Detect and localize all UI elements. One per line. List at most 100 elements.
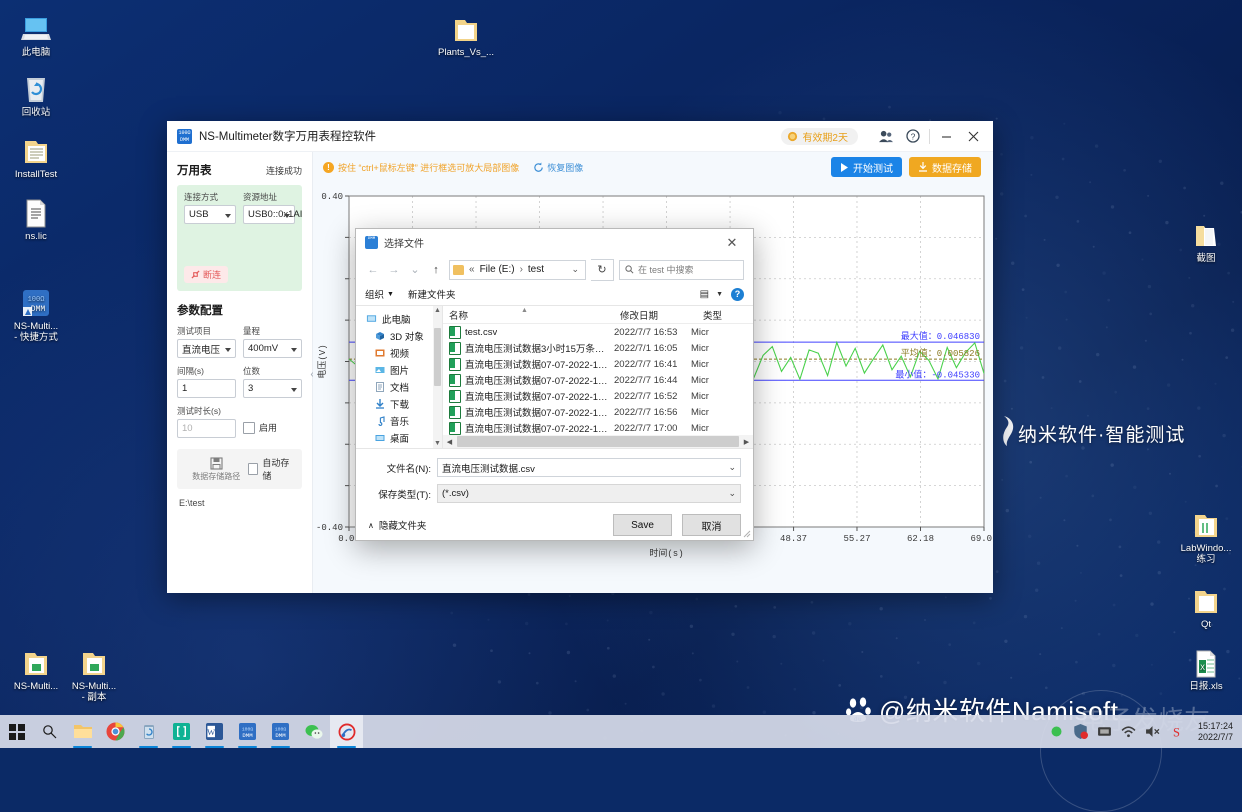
taskbar-file-explorer[interactable]: [66, 715, 99, 748]
desktop-icon-ns-multi-copy[interactable]: NS-Multi... - 副本: [62, 640, 126, 703]
table-row[interactable]: 直流电压测试数据3小时15万条数据.csv 2022/7/1 16:05 Mic…: [443, 340, 753, 356]
tree-item-this-pc[interactable]: 此电脑: [356, 310, 442, 327]
nav-recent-button[interactable]: ⌄: [407, 260, 423, 279]
breadcrumb-folder[interactable]: test: [528, 264, 544, 275]
desktop-icon-ns-multimeter-shortcut[interactable]: 100Ω DMM NS-Multi... - 快捷方式: [4, 280, 68, 343]
column-header-date[interactable]: 修改日期: [614, 308, 697, 322]
user-account-icon[interactable]: [872, 121, 899, 151]
taskbar-dmm-1[interactable]: 100Ω DMM: [231, 715, 264, 748]
auto-save-checkbox[interactable]: 自动存储: [248, 456, 294, 482]
resource-address-select[interactable]: USB0::0x1AI: [243, 205, 295, 224]
wifi-icon[interactable]: [1121, 724, 1136, 739]
view-list-icon[interactable]: ▤: [700, 289, 708, 300]
refresh-button[interactable]: ↻: [591, 259, 614, 281]
desktop-icon-screenshots[interactable]: 截图: [1174, 212, 1238, 264]
scrollbar-thumb[interactable]: [434, 328, 441, 386]
tray-up-arrow-icon[interactable]: [1049, 724, 1064, 739]
taskbar-recycle[interactable]: [132, 715, 165, 748]
tree-item-desktop[interactable]: 桌面: [356, 429, 442, 446]
column-header-type[interactable]: 类型: [697, 308, 753, 322]
taskbar-wps[interactable]: [165, 715, 198, 748]
close-button[interactable]: [960, 121, 987, 151]
tree-item-pictures[interactable]: 图片: [356, 361, 442, 378]
tree-item-3d-objects[interactable]: 3D 对象: [356, 327, 442, 344]
table-row[interactable]: 直流电压测试数据07-07-2022-16.52.10... 2022/7/7 …: [443, 388, 753, 404]
column-header-name[interactable]: 名称 ▲: [443, 308, 614, 322]
breadcrumb[interactable]: « File (E:) › test ⌄: [449, 260, 586, 280]
scroll-right-arrow[interactable]: ▶: [740, 438, 753, 446]
dialog-close-button[interactable]: ✕: [711, 229, 753, 256]
scroll-up-arrow[interactable]: ▲: [434, 307, 441, 314]
taskbar-chrome[interactable]: [99, 715, 132, 748]
chevron-down-icon[interactable]: ⌄: [728, 488, 736, 499]
tree-item-music[interactable]: 音乐: [356, 412, 442, 429]
desktop-icon-daily-report-xls[interactable]: X 日报.xls: [1174, 640, 1238, 692]
desktop-icon-ns-lic[interactable]: ns.lic: [4, 190, 68, 242]
filename-input[interactable]: 直流电压测试数据.csv ⌄: [437, 458, 741, 477]
file-list[interactable]: 名称 ▲ 修改日期 类型 test.csv 2022/7/7 16:53 Mic…: [443, 306, 753, 448]
taskbar-word[interactable]: W: [198, 715, 231, 748]
help-icon[interactable]: ?: [731, 288, 744, 301]
table-row[interactable]: 直流电压测试数据07-07-2022-17.00.40... 2022/7/7 …: [443, 420, 753, 436]
breadcrumb-drive[interactable]: File (E:): [480, 264, 515, 275]
search-input[interactable]: 在 test 中搜索: [619, 260, 744, 280]
file-list-hscrollbar[interactable]: ◀ ▶: [443, 435, 753, 448]
chevron-down-icon[interactable]: ⌄: [728, 462, 736, 473]
nav-forward-button[interactable]: →: [386, 260, 402, 279]
tree-item-win10-c[interactable]: Win10 (C:): [356, 446, 442, 448]
desktop-icon-recycle-bin[interactable]: 回收站: [4, 66, 68, 118]
minimize-button[interactable]: [933, 121, 960, 151]
taskbar-clock[interactable]: 15:17:24 2022/7/7: [1193, 721, 1238, 743]
range-select[interactable]: 400mV: [243, 339, 302, 358]
save-data-button[interactable]: 数据存储: [909, 157, 981, 177]
nav-up-button[interactable]: ↑: [428, 260, 444, 279]
tree-item-documents[interactable]: 文档: [356, 378, 442, 395]
new-folder-button[interactable]: 新建文件夹: [408, 287, 456, 301]
start-test-button[interactable]: 开始测试: [831, 157, 902, 177]
restore-image-button[interactable]: 恢复图像: [533, 161, 583, 174]
chevron-down-icon[interactable]: ▼: [716, 291, 723, 298]
breadcrumb-dropdown-icon[interactable]: ⌄: [571, 264, 582, 275]
taskbar-dmm-2[interactable]: 100Ω DMM: [264, 715, 297, 748]
desktop-icon-installtest[interactable]: InstallTest: [4, 128, 68, 180]
enable-duration-checkbox[interactable]: 启用: [243, 421, 302, 434]
save-path-button[interactable]: 数据存储路径: [185, 457, 248, 482]
save-button[interactable]: Save: [613, 514, 672, 536]
scroll-left-arrow[interactable]: ◀: [443, 438, 456, 446]
start-button[interactable]: [0, 715, 33, 748]
duration-input[interactable]: 10: [177, 419, 236, 438]
license-badge[interactable]: 有效期2天: [781, 128, 858, 145]
desktop-icon-ns-multi-folder[interactable]: NS-Multi...: [4, 640, 68, 692]
digits-select[interactable]: 3: [243, 379, 302, 398]
taskbar-ns-multimeter[interactable]: [330, 715, 363, 748]
security-shield-icon[interactable]: [1073, 724, 1088, 739]
volume-muted-icon[interactable]: [1145, 724, 1160, 739]
desktop-icon-this-pc[interactable]: 此电脑: [4, 6, 68, 58]
scroll-down-arrow[interactable]: ▼: [434, 440, 441, 447]
nav-back-button[interactable]: ←: [365, 260, 381, 279]
table-row[interactable]: test.csv 2022/7/7 16:53 Micr: [443, 324, 753, 340]
hardware-icon[interactable]: [1097, 724, 1112, 739]
test-item-select[interactable]: 直流电压: [177, 339, 236, 358]
tree-item-videos[interactable]: 视频: [356, 344, 442, 361]
table-row[interactable]: 直流电压测试数据07-07-2022-16.44.11... 2022/7/7 …: [443, 372, 753, 388]
desktop-icon-qt[interactable]: Qt: [1174, 578, 1238, 630]
tree-scrollbar[interactable]: ▲ ▼: [433, 306, 442, 448]
cancel-button[interactable]: 取消: [682, 514, 741, 536]
ime-icon[interactable]: S: [1169, 724, 1184, 739]
navigation-tree[interactable]: 此电脑 3D 对象 视频 图片 文档 下载: [356, 306, 443, 448]
tree-item-downloads[interactable]: 下载: [356, 395, 442, 412]
organize-menu[interactable]: 组织 ▼: [365, 287, 394, 301]
conn-mode-select[interactable]: USB: [184, 205, 236, 224]
filetype-select[interactable]: (*.csv) ⌄: [437, 484, 741, 503]
desktop-icon-labwindows[interactable]: LabWindo... 练习: [1174, 502, 1238, 565]
hide-folders-toggle[interactable]: ∧ 隐藏文件夹: [368, 518, 426, 532]
table-row[interactable]: 直流电压测试数据07-07-2022-16.56.18... 2022/7/7 …: [443, 404, 753, 420]
disconnect-button[interactable]: 断连: [184, 266, 228, 283]
taskbar-wechat[interactable]: [297, 715, 330, 748]
interval-input[interactable]: 1: [177, 379, 236, 398]
table-row[interactable]: 直流电压测试数据07-07-2022-16.41.07... 2022/7/7 …: [443, 356, 753, 372]
resize-grip[interactable]: [743, 530, 751, 538]
hscrollbar-thumb[interactable]: [457, 436, 739, 447]
help-icon[interactable]: ?: [899, 121, 926, 151]
